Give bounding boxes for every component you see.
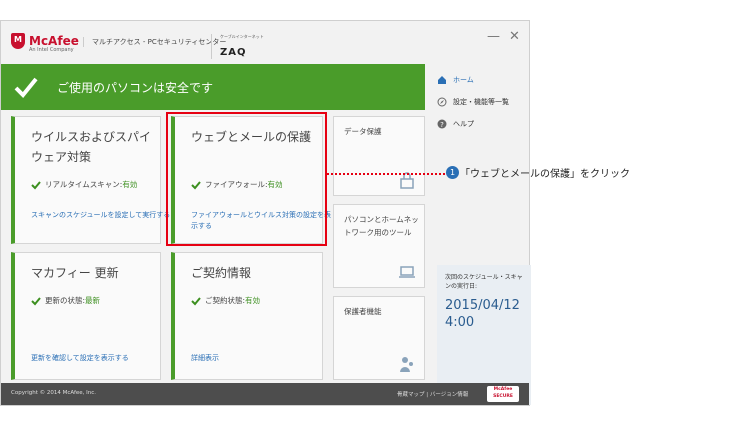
nav-label: 設定・機能等一覧 <box>453 98 509 106</box>
schedule-date: 2015/04/12 <box>445 298 520 313</box>
status-label: ご契約状態: <box>205 296 246 305</box>
check-icon <box>14 77 38 98</box>
tile-link[interactable]: スキャンのスケジュールを設定して実行する <box>31 210 171 221</box>
tile-title: ウイルスおよびスパイウェア対策 <box>31 130 152 164</box>
tile-link[interactable]: 更新を確認して設定を表示する <box>31 353 171 364</box>
check-icon <box>31 180 41 189</box>
tile-title: ご契約情報 <box>191 266 252 280</box>
highlight-box <box>166 112 327 246</box>
tile-status: ご契約状態: 有効 <box>191 295 260 306</box>
zaq-subtext: ケーブルインターネット <box>220 34 264 39</box>
compass-icon <box>437 97 447 107</box>
banner-text: ご使用のパソコンは安全です <box>57 80 214 95</box>
status-label: リアルタイムスキャン: <box>45 180 123 189</box>
title-bar: M McAfee An Intel Company マルチアクセス - PCセキ… <box>1 21 529 61</box>
tile-status: 更新の状態: 最新 <box>31 295 100 306</box>
svg-text:?: ? <box>440 121 444 129</box>
schedule-time: 4:00 <box>445 315 475 330</box>
status-value: 有効 <box>245 296 261 305</box>
secure-top: McAfee <box>493 387 513 392</box>
side-tile-title: データ保護 <box>344 127 382 136</box>
schedule-label: 次回のスケジュール・スキャンの実行日: <box>445 274 523 290</box>
status-value: 最新 <box>85 296 101 305</box>
copyright: Copyright © 2014 McAfee, Inc. <box>11 390 97 396</box>
footer-links[interactable]: 骨蔵マップ | バージョン情報 <box>397 390 468 398</box>
tile-link[interactable]: 詳細表示 <box>191 353 331 364</box>
tile-contract-info[interactable]: ご契約情報 ご契約状態: 有効 詳細表示 <box>171 252 323 380</box>
shield-icon: M <box>11 33 25 49</box>
tile-virus-spyware[interactable]: ウイルスおよびスパイウェア対策 リアルタイムスキャン: 有効 スキャンのスケジュ… <box>11 116 170 244</box>
check-icon <box>191 296 201 305</box>
minimize-button[interactable]: — <box>487 29 500 44</box>
status-value: 有効 <box>122 180 138 189</box>
logo-subtext: An Intel Company <box>29 47 74 53</box>
status-label: 更新の状態: <box>45 296 86 305</box>
help-icon: ? <box>437 119 447 129</box>
zaq-logo: ケーブルインターネット ZAQ <box>211 34 264 59</box>
close-button[interactable]: ✕ <box>509 29 520 44</box>
secure-bottom: SECURE <box>493 394 513 399</box>
callout-text: 「ウェブとメールの保護」をクリック <box>460 169 630 180</box>
nav-label: ヘルプ <box>453 120 474 128</box>
laptop-icon <box>399 266 415 278</box>
callout-line <box>327 173 445 175</box>
schedule-datetime: 2015/04/12 4:00 <box>445 297 520 331</box>
side-tile-data-protection[interactable]: データ保護 <box>333 116 425 196</box>
nav-help[interactable]: ? ヘルプ <box>437 113 531 135</box>
zaq-text: ZAQ <box>220 47 247 58</box>
mcafee-logo: M McAfee An Intel Company <box>11 33 79 53</box>
side-tile-title: 保護者機能 <box>344 307 382 316</box>
logo-text: McAfee <box>29 34 79 48</box>
product-name: マルチアクセス - PCセキュリティセンター <box>83 37 226 47</box>
tile-mcafee-update[interactable]: マカフィー 更新 更新の状態: 最新 更新を確認して設定を表示する <box>11 252 161 380</box>
side-tile-tools[interactable]: パソコンとホームネットワーク用のツール <box>333 204 425 288</box>
nav-label: ホーム <box>453 76 474 84</box>
side-tile-parental[interactable]: 保護者機能 <box>333 296 425 380</box>
status-banner: ご使用のパソコンは安全です <box>1 64 425 110</box>
nav-home[interactable]: ホーム <box>437 69 531 91</box>
mcafee-secure-badge: McAfee SECURE <box>487 386 519 402</box>
callout: 1 「ウェブとメールの保護」をクリック <box>446 165 630 180</box>
right-nav: ホーム 設定・機能等一覧 ? ヘルプ <box>437 69 531 135</box>
tile-status: リアルタイムスキャン: 有効 <box>31 179 137 190</box>
tile-title: マカフィー 更新 <box>31 266 119 280</box>
check-icon <box>31 296 41 305</box>
footer: Copyright © 2014 McAfee, Inc. 骨蔵マップ | バー… <box>1 383 529 405</box>
step-number: 1 <box>446 166 459 179</box>
nav-settings-list[interactable]: 設定・機能等一覧 <box>437 91 531 113</box>
parent-icon <box>400 357 413 372</box>
side-tile-title: パソコンとホームネットワーク用のツール <box>344 215 419 237</box>
home-icon <box>438 76 446 84</box>
